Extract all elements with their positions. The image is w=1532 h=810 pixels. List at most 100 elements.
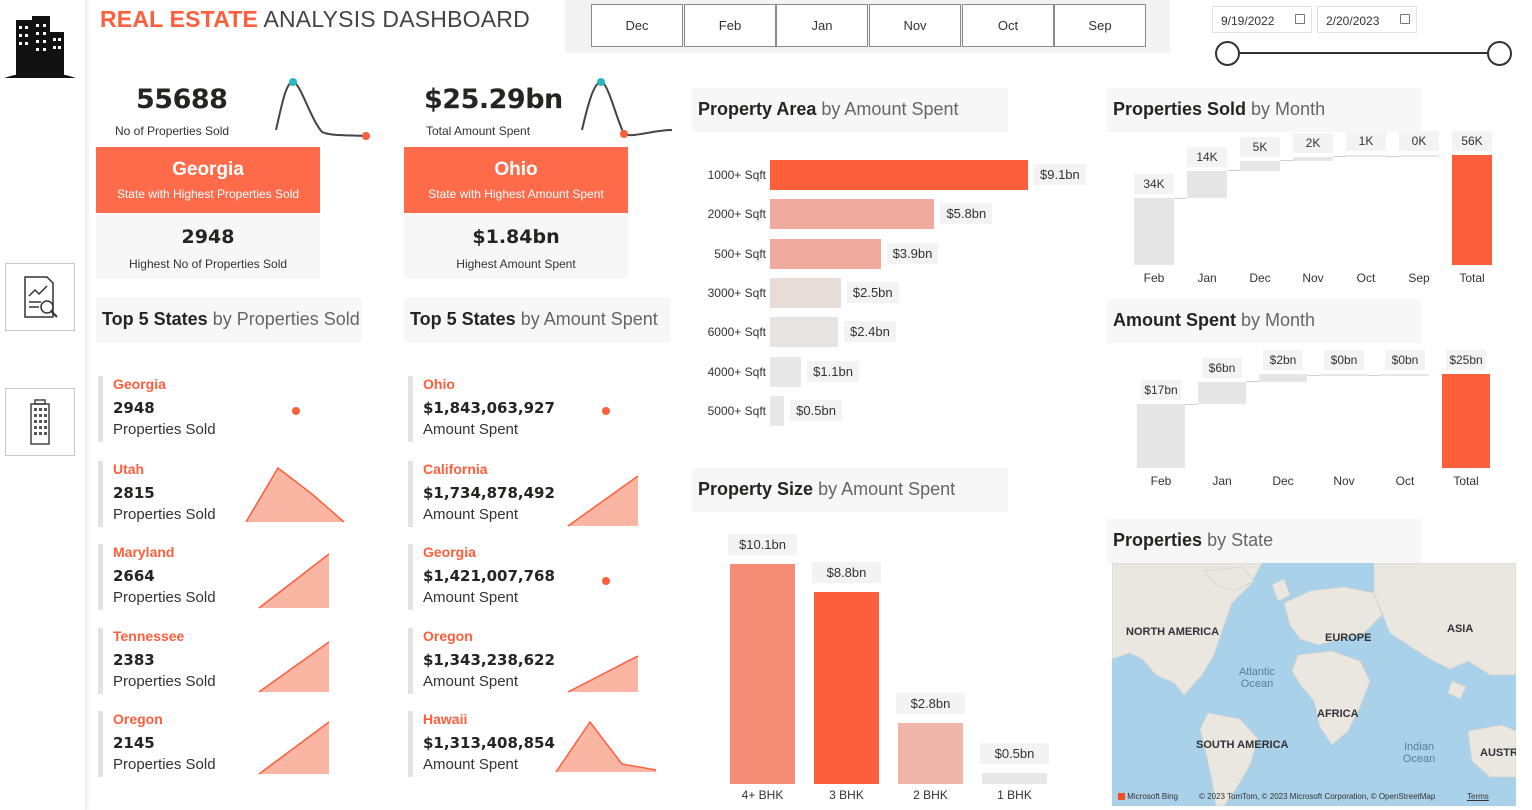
waterfall-bar[interactable] [1452, 155, 1492, 265]
state-caption: Amount Spent [423, 421, 519, 438]
size-bar[interactable] [982, 773, 1047, 784]
size-category-label: 1 BHK [997, 788, 1032, 802]
waterfall-value-label: $2bn [1263, 350, 1303, 370]
state-caption: Properties Sold [113, 589, 216, 606]
waterfall-value-label: 2K [1293, 132, 1333, 153]
size-bar[interactable] [814, 592, 879, 784]
top-amount-row[interactable]: Oregon $1,343,238,622 Amount Spent [408, 628, 555, 694]
waterfall-bar[interactable] [1442, 374, 1490, 468]
month-slicer-nov[interactable]: Nov [869, 4, 961, 47]
waterfall-bar[interactable] [1137, 404, 1185, 468]
waterfall-bar[interactable] [1320, 374, 1368, 376]
area-bar[interactable] [770, 317, 839, 348]
top-amount-row[interactable]: Georgia $1,421,007,768 Amount Spent [408, 544, 555, 610]
date-range-start-handle[interactable] [1215, 41, 1240, 66]
top-amount-row[interactable]: Ohio $1,843,063,927 Amount Spent [408, 376, 555, 442]
state-sparkline [258, 553, 330, 609]
waterfall-connector [1333, 156, 1346, 158]
map-label-atlantic: Atlantic Ocean [1238, 666, 1276, 690]
state-name: Georgia [423, 544, 476, 560]
waterfall-bar[interactable] [1381, 374, 1429, 376]
area-bar[interactable] [770, 395, 785, 426]
top-sold-row[interactable]: Maryland 2664 Properties Sold [98, 544, 216, 610]
waterfall-bar[interactable] [1134, 198, 1174, 265]
property-size-chart: $10.1bn 4+ BHK $8.8bn 3 BHK $2.8bn 2 BHK $0.5b… [692, 530, 1082, 806]
end-date-input[interactable]: 2/20/2023 [1317, 6, 1417, 33]
area-bar[interactable] [770, 356, 802, 387]
size-bar[interactable] [898, 723, 963, 784]
state-name: Tennessee [113, 628, 185, 644]
calendar-icon[interactable] [1400, 14, 1410, 24]
state-sparkline [258, 641, 330, 693]
waterfall-value-label: 56K [1452, 131, 1492, 151]
waterfall-connector [1174, 197, 1187, 199]
top-sold-state-card: Georgia State with Highest Properties So… [96, 147, 320, 213]
area-value-label: $1.1bn [807, 360, 859, 382]
top-sold-row[interactable]: Oregon 2145 Properties Sold [98, 711, 216, 777]
area-category-label: 1000+ Sqft [707, 168, 766, 182]
waterfall-category-label: Feb [1143, 271, 1165, 285]
state-name: Utah [113, 461, 145, 477]
waterfall-bar[interactable] [1293, 156, 1333, 161]
waterfall-connector [1280, 160, 1293, 162]
area-bar[interactable] [770, 238, 881, 269]
map-header: Properties by State [1107, 519, 1421, 563]
sold-month-header-light: by Month [1251, 99, 1326, 119]
waterfall-bar[interactable] [1399, 155, 1439, 157]
month-slicer-oct[interactable]: Oct [962, 4, 1054, 47]
top-amount-row[interactable]: Hawaii $1,313,408,854 Amount Spent [408, 711, 555, 777]
area-bar[interactable] [770, 199, 935, 230]
state-caption: Amount Spent [423, 589, 519, 606]
waterfall-bar[interactable] [1259, 374, 1307, 382]
top-sold-row[interactable]: Georgia 2948 Properties Sold [98, 376, 216, 442]
map-label-north-america: NORTH AMERICA [1126, 626, 1220, 638]
area-category-label: 5000+ Sqft [707, 403, 766, 418]
waterfall-value-label: $0bn [1324, 350, 1364, 370]
waterfall-bar[interactable] [1187, 170, 1227, 199]
area-bar[interactable] [770, 160, 1028, 190]
state-name: Oregon [423, 628, 473, 644]
waterfall-category-label: Jan [1197, 271, 1217, 285]
highest-amount-value: $1.84bn [472, 226, 560, 248]
state-name: Hawaii [423, 711, 468, 727]
size-value-label: $10.1bn [728, 534, 797, 555]
kpi-amount-spent-caption: Total Amount Spent [426, 124, 531, 138]
area-bar[interactable] [770, 277, 841, 308]
month-slicer-jan[interactable]: Jan [776, 4, 868, 47]
nav-buildings-button[interactable] [5, 388, 75, 456]
top-sold-state-caption: State with Highest Properties Sold [116, 187, 300, 201]
top-amount-state-name: Ohio [494, 159, 538, 180]
waterfall-value-label: 5K [1240, 136, 1280, 157]
start-date-value: 9/19/2022 [1221, 14, 1275, 28]
state-caption: Properties Sold [113, 506, 216, 523]
map-terms-link[interactable]: Terms [1467, 792, 1489, 801]
map-label-australia: AUSTR [1480, 747, 1516, 759]
waterfall-category-label: Dec [1272, 474, 1294, 488]
month-slicer-feb[interactable]: Feb [684, 4, 776, 47]
area-value-label: $2.5bn [846, 281, 899, 303]
month-slicer-sep[interactable]: Sep [1054, 4, 1146, 47]
calendar-icon[interactable] [1295, 14, 1305, 24]
date-range-end-handle[interactable] [1487, 41, 1512, 66]
waterfall-category-label: Jan [1212, 474, 1232, 488]
waterfall-connector [1368, 375, 1381, 376]
state-value: $1,343,238,622 [423, 651, 555, 669]
properties-state-map[interactable]: NORTH AMERICA EUROPE ASIA AFRICA SOUTH A… [1112, 563, 1516, 806]
top-sold-row[interactable]: Tennessee 2383 Properties Sold [98, 628, 216, 694]
size-bar[interactable] [730, 564, 795, 784]
waterfall-bar[interactable] [1346, 155, 1386, 157]
waterfall-value-label: $17bn [1141, 380, 1181, 401]
waterfall-bar[interactable] [1198, 381, 1246, 405]
waterfall-value-label: 0K [1399, 131, 1439, 151]
state-name: Georgia [113, 376, 166, 392]
state-caption: Amount Spent [423, 673, 519, 690]
top-sold-row[interactable]: Utah 2815 Properties Sold [98, 461, 216, 527]
state-value: 2145 [113, 734, 155, 752]
waterfall-bar[interactable] [1240, 160, 1280, 171]
nav-analysis-report-button[interactable] [5, 263, 75, 331]
start-date-input[interactable]: 9/19/2022 [1212, 6, 1312, 33]
state-sparkline [567, 475, 639, 527]
top-amount-row[interactable]: California $1,734,878,492 Amount Spent [408, 461, 555, 527]
kpi-properties-sold-caption: No of Properties Sold [115, 124, 230, 138]
month-slicer-dec[interactable]: Dec [591, 4, 683, 47]
